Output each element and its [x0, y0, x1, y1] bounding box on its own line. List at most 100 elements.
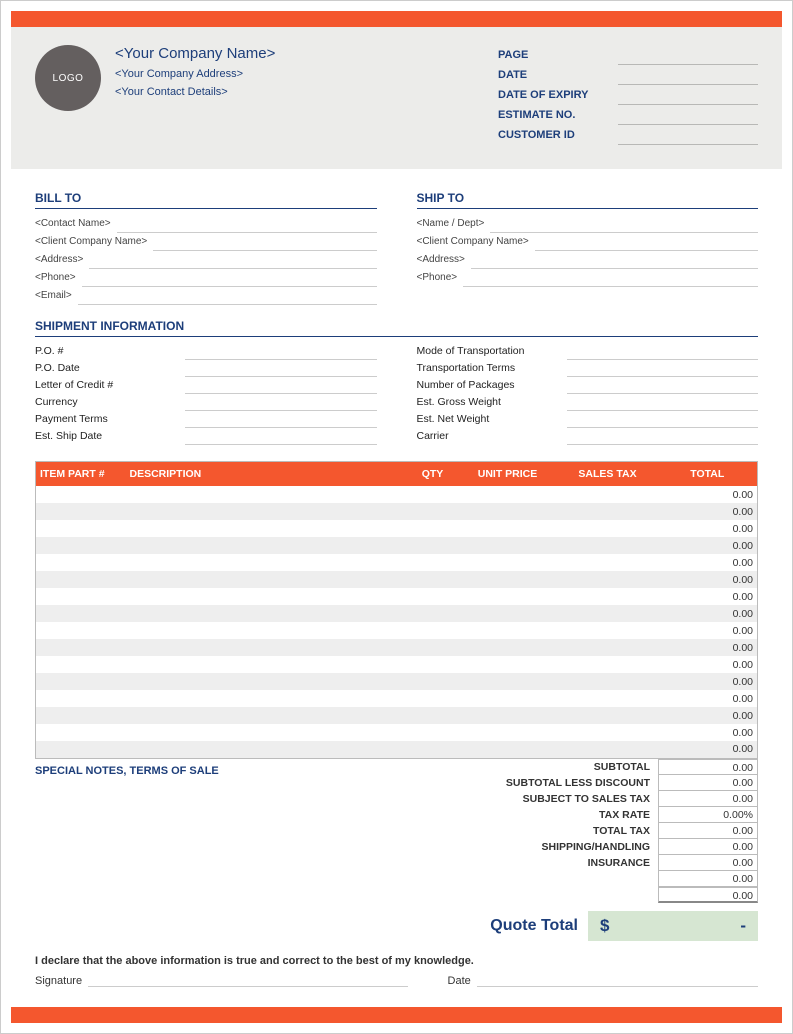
cell-part[interactable]	[36, 639, 126, 656]
cell-unit[interactable]	[458, 707, 558, 724]
meta-input-date[interactable]	[618, 65, 758, 85]
cell-qty[interactable]	[408, 707, 458, 724]
cell-part[interactable]	[36, 503, 126, 520]
cell-unit[interactable]	[458, 656, 558, 673]
table-row[interactable]: 0.00	[36, 520, 758, 537]
cell-tax[interactable]	[558, 690, 658, 707]
date-line[interactable]	[477, 973, 758, 987]
cell-qty[interactable]	[408, 673, 458, 690]
cell-unit[interactable]	[458, 639, 558, 656]
cell-part[interactable]	[36, 588, 126, 605]
ship-field-input[interactable]	[185, 360, 377, 377]
cell-tax[interactable]	[558, 486, 658, 503]
cell-part[interactable]	[36, 656, 126, 673]
ship-to-field[interactable]: <Client Company Name>	[417, 233, 529, 251]
cell-tax[interactable]	[558, 741, 658, 758]
cell-unit[interactable]	[458, 503, 558, 520]
cell-unit[interactable]	[458, 520, 558, 537]
table-row[interactable]: 0.00	[36, 588, 758, 605]
cell-qty[interactable]	[408, 656, 458, 673]
cell-tax[interactable]	[558, 588, 658, 605]
ship-field-input[interactable]	[567, 394, 759, 411]
cell-unit[interactable]	[458, 554, 558, 571]
cell-qty[interactable]	[408, 690, 458, 707]
cell-part[interactable]	[36, 486, 126, 503]
ship-to-field[interactable]: <Phone>	[417, 269, 458, 287]
ship-to-field[interactable]: <Name / Dept>	[417, 215, 485, 233]
cell-unit[interactable]	[458, 537, 558, 554]
cell-tax[interactable]	[558, 537, 658, 554]
cell-part[interactable]	[36, 741, 126, 758]
meta-input-customer[interactable]	[618, 125, 758, 145]
cell-qty[interactable]	[408, 554, 458, 571]
ship-field-input[interactable]	[567, 377, 759, 394]
cell-desc[interactable]	[126, 741, 408, 758]
cell-unit[interactable]	[458, 741, 558, 758]
cell-tax[interactable]	[558, 724, 658, 741]
cell-desc[interactable]	[126, 690, 408, 707]
table-row[interactable]: 0.00	[36, 605, 758, 622]
cell-qty[interactable]	[408, 503, 458, 520]
cell-part[interactable]	[36, 520, 126, 537]
table-row[interactable]: 0.00	[36, 690, 758, 707]
table-row[interactable]: 0.00	[36, 724, 758, 741]
cell-desc[interactable]	[126, 520, 408, 537]
cell-qty[interactable]	[408, 639, 458, 656]
company-address[interactable]: <Your Company Address>	[115, 66, 275, 84]
cell-unit[interactable]	[458, 690, 558, 707]
cell-qty[interactable]	[408, 622, 458, 639]
table-row[interactable]: 0.00	[36, 707, 758, 724]
cell-desc[interactable]	[126, 571, 408, 588]
bill-to-field[interactable]: <Client Company Name>	[35, 233, 147, 251]
cell-part[interactable]	[36, 554, 126, 571]
table-row[interactable]: 0.00	[36, 673, 758, 690]
cell-unit[interactable]	[458, 605, 558, 622]
bill-to-field[interactable]: <Contact Name>	[35, 215, 111, 233]
bill-to-field[interactable]: <Email>	[35, 287, 72, 305]
ship-to-field[interactable]: <Address>	[417, 251, 465, 269]
table-row[interactable]: 0.00	[36, 741, 758, 758]
cell-part[interactable]	[36, 622, 126, 639]
cell-tax[interactable]	[558, 520, 658, 537]
cell-qty[interactable]	[408, 724, 458, 741]
cell-qty[interactable]	[408, 571, 458, 588]
cell-qty[interactable]	[408, 741, 458, 758]
signature-line[interactable]	[88, 973, 407, 987]
cell-tax[interactable]	[558, 605, 658, 622]
ship-field-input[interactable]	[567, 411, 759, 428]
cell-qty[interactable]	[408, 605, 458, 622]
ship-field-input[interactable]	[567, 360, 759, 377]
cell-unit[interactable]	[458, 673, 558, 690]
ship-field-input[interactable]	[567, 428, 759, 445]
cell-part[interactable]	[36, 707, 126, 724]
cell-unit[interactable]	[458, 724, 558, 741]
cell-desc[interactable]	[126, 537, 408, 554]
cell-qty[interactable]	[408, 486, 458, 503]
meta-input-page[interactable]	[618, 45, 758, 65]
cell-desc[interactable]	[126, 605, 408, 622]
cell-desc[interactable]	[126, 588, 408, 605]
table-row[interactable]: 0.00	[36, 486, 758, 503]
ship-field-input[interactable]	[185, 411, 377, 428]
table-row[interactable]: 0.00	[36, 503, 758, 520]
cell-desc[interactable]	[126, 622, 408, 639]
cell-tax[interactable]	[558, 707, 658, 724]
bill-to-field[interactable]: <Phone>	[35, 269, 76, 287]
bill-to-field[interactable]: <Address>	[35, 251, 83, 269]
cell-tax[interactable]	[558, 554, 658, 571]
cell-part[interactable]	[36, 724, 126, 741]
cell-part[interactable]	[36, 605, 126, 622]
cell-tax[interactable]	[558, 656, 658, 673]
cell-desc[interactable]	[126, 707, 408, 724]
cell-desc[interactable]	[126, 554, 408, 571]
cell-part[interactable]	[36, 537, 126, 554]
cell-desc[interactable]	[126, 503, 408, 520]
table-row[interactable]: 0.00	[36, 571, 758, 588]
meta-input-estimate[interactable]	[618, 105, 758, 125]
cell-tax[interactable]	[558, 503, 658, 520]
cell-unit[interactable]	[458, 588, 558, 605]
cell-desc[interactable]	[126, 486, 408, 503]
table-row[interactable]: 0.00	[36, 622, 758, 639]
cell-unit[interactable]	[458, 622, 558, 639]
contact-details[interactable]: <Your Contact Details>	[115, 84, 275, 102]
